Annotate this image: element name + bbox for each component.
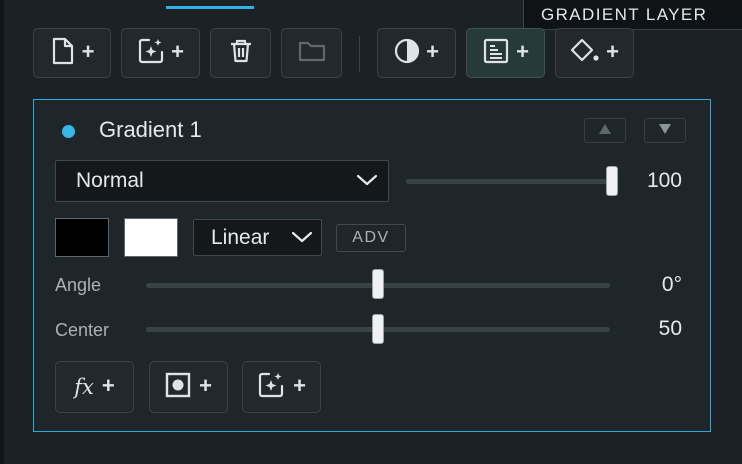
triangle-down-icon [658,122,672,140]
end-color-swatch[interactable] [124,218,178,257]
add-fill-layer-button[interactable]: + [555,28,634,78]
angle-slider-thumb[interactable] [372,269,384,299]
plus-label: + [516,39,529,64]
plus-label: + [101,373,115,398]
open-folder-button[interactable] [281,28,342,78]
folder-icon [298,40,326,67]
plus-label: + [426,39,439,64]
add-effect-button[interactable]: fx + [55,361,134,413]
paint-bucket-icon [570,38,600,69]
chevron-down-icon [356,169,378,193]
trash-icon [229,38,253,69]
plus-label: + [293,373,306,398]
gradient-type-select[interactable]: Linear [193,219,322,256]
layer-status-dot [62,125,75,138]
toolbar-separator [359,36,360,72]
center-value: 50 [658,317,682,340]
new-document-icon [50,37,76,70]
angle-label: Angle [55,275,102,295]
new-ai-layer-button[interactable]: + [121,28,200,78]
blend-mode-select[interactable]: Normal [55,160,389,202]
blend-mode-value: Normal [76,169,144,192]
angle-value: 0° [661,273,682,296]
add-gradient-layer-button[interactable]: + [466,28,545,78]
gradient-type-value: Linear [211,225,270,249]
advanced-button[interactable]: ADV [336,224,406,252]
window-edge [0,0,4,464]
center-label: Center [55,320,110,340]
add-mask-button[interactable]: + [149,361,228,413]
new-layer-button[interactable]: + [33,28,111,78]
opacity-slider-track[interactable] [406,179,618,184]
tooltip: GRADIENT LAYER [523,0,742,30]
add-adjustment-button[interactable]: + [377,28,456,78]
triangle-up-icon [598,122,612,140]
plus-label: + [606,39,619,64]
layer-name: Gradient 1 [99,117,202,142]
gradient-layer-icon [482,37,510,70]
delete-layer-button[interactable] [210,28,271,78]
sparkle-frame-icon [257,371,285,404]
add-ai-button[interactable]: + [242,361,321,413]
fx-icon: fx [74,375,94,399]
chevron-down-icon [291,226,313,250]
half-circle-contrast-icon [394,38,420,69]
plus-label: + [199,373,212,398]
gradient-layer-panel [33,99,711,432]
sparkle-frame-icon [137,37,165,70]
plus-label: + [171,39,184,64]
opacity-value: 100 [646,169,682,192]
mask-icon [165,372,191,403]
move-layer-up-button[interactable] [584,118,626,143]
active-tab-indicator [166,6,254,9]
move-layer-down-button[interactable] [644,118,686,143]
plus-label: + [81,39,95,64]
center-slider-thumb[interactable] [372,314,384,344]
start-color-swatch[interactable] [55,218,109,257]
